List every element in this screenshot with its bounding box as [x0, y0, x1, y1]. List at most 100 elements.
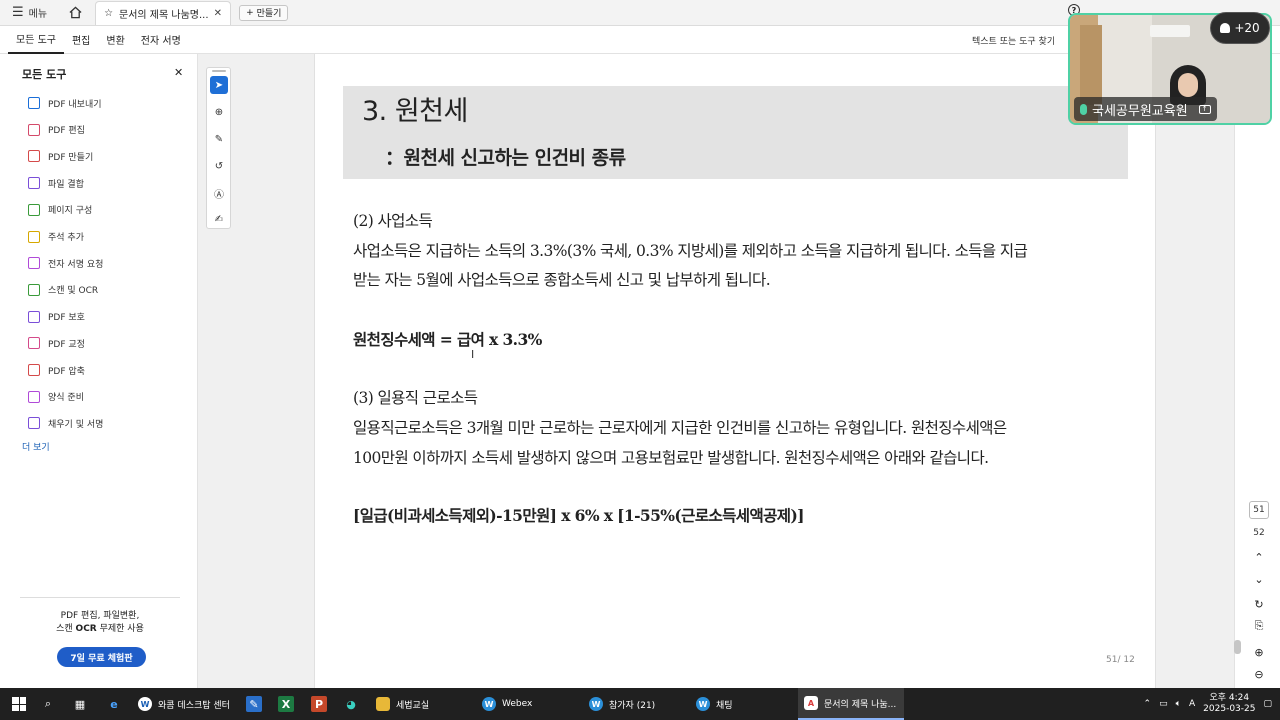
- sidebar-item[interactable]: PDF 만들기: [28, 148, 93, 164]
- folder-icon: [376, 697, 390, 711]
- share-screen-icon[interactable]: ↑: [1198, 104, 1211, 114]
- video-air-conditioner: [1150, 25, 1190, 37]
- scrollbar-thumb[interactable]: [1234, 640, 1241, 654]
- windows-taskbar: ⌕ ▦ e W 와콤 데스크탑 센터 ✎ X P ◕ 세법교실 W Webex …: [0, 688, 1280, 720]
- browser-icon[interactable]: ◕: [343, 696, 359, 712]
- tab-all-tools[interactable]: 모든 도구: [8, 26, 64, 54]
- chevron-down-icon[interactable]: ⌄: [1251, 571, 1267, 587]
- participants-count: +20: [1234, 21, 1260, 35]
- highlight-tool-icon[interactable]: ✎: [210, 130, 228, 148]
- sidebar-item-label: 스캔 및 OCR: [48, 286, 99, 297]
- microphone-icon: [1080, 103, 1087, 115]
- taskbar-app-folder[interactable]: 세법교실: [370, 688, 435, 720]
- sidebar-item[interactable]: PDF 압축: [28, 362, 85, 378]
- tab-e-sign[interactable]: 전자 서명: [133, 26, 189, 54]
- page-footer-number: 51/ 12: [1106, 655, 1135, 665]
- sidebar-item-label: 주석 추가: [48, 233, 84, 243]
- close-sidebar-icon[interactable]: ✕: [174, 66, 183, 79]
- new-tab-label: 만들기: [256, 9, 282, 19]
- sidebar-item[interactable]: PDF 보호: [28, 309, 85, 325]
- taskbar-app-webex[interactable]: W Webex: [476, 688, 538, 720]
- document-tab-title: 문서의 제목 나눔명...: [119, 9, 208, 21]
- sign-tool-icon[interactable]: ✍: [210, 210, 228, 228]
- drag-handle[interactable]: [212, 70, 226, 72]
- zoom-out-icon[interactable]: ⊖: [1251, 666, 1267, 682]
- sidebar-item[interactable]: PDF 내보내기: [28, 95, 102, 111]
- internet-explorer-icon[interactable]: e: [106, 696, 122, 712]
- taskbar-app-chat[interactable]: W 채팅: [690, 688, 739, 720]
- participants-button[interactable]: +20: [1210, 12, 1270, 44]
- text-cursor-icon: I: [471, 348, 475, 361]
- sidebar-item[interactable]: 스캔 및 OCR: [28, 282, 98, 298]
- next-page-number[interactable]: 52: [1249, 524, 1269, 542]
- chevron-up-icon[interactable]: ⌃: [1251, 549, 1267, 565]
- sidebar-item[interactable]: 페이지 구성: [28, 202, 92, 218]
- current-page-number[interactable]: 51: [1249, 501, 1269, 519]
- sidebar-item[interactable]: 파일 결합: [28, 175, 84, 191]
- taskbar-app-participants[interactable]: W 참가자 (21): [583, 688, 661, 720]
- notification-icon[interactable]: ▢: [1263, 699, 1272, 709]
- tab-convert[interactable]: 변환: [98, 26, 132, 54]
- tool-icon: [28, 230, 40, 243]
- participant-name: 국세공무원교육원: [1092, 103, 1188, 119]
- taskbar-app-label: 참가자 (21): [609, 700, 656, 711]
- clock[interactable]: 오후 4:24 2025-03-25: [1203, 693, 1255, 715]
- taskbar-app-wacom[interactable]: W 와콤 데스크탑 센터: [132, 688, 236, 720]
- plus-icon: +: [246, 7, 254, 18]
- powerpoint-icon[interactable]: P: [311, 696, 327, 712]
- draw-tool-icon[interactable]: ↺: [210, 157, 228, 175]
- close-tab-icon[interactable]: ✕: [214, 8, 222, 19]
- search-icon[interactable]: ⌕: [40, 696, 56, 712]
- app-pen-icon[interactable]: ✎: [246, 696, 262, 712]
- volume-icon[interactable]: 🔈︎: [1176, 699, 1181, 709]
- sidebar-item[interactable]: PDF 편집: [28, 122, 85, 138]
- windows-start-icon[interactable]: [12, 697, 26, 711]
- sidebar-item[interactable]: 채우기 및 서명: [28, 415, 103, 431]
- document-tab[interactable]: ☆ 문서의 제목 나눔명... ✕: [95, 0, 232, 25]
- ime-indicator[interactable]: A: [1189, 699, 1195, 709]
- taskbar-app-pdf[interactable]: A 문서의 제목 나눔...: [798, 688, 904, 720]
- comment-tool-icon[interactable]: ⊕: [210, 103, 228, 121]
- webex-icon: W: [482, 697, 496, 711]
- hamburger-icon: ☰: [12, 5, 24, 20]
- task-view-icon[interactable]: ▦: [72, 696, 88, 712]
- section-heading: 3. 원천세: [362, 96, 468, 127]
- tool-icon: [28, 337, 40, 350]
- refresh-icon[interactable]: ↻: [1251, 596, 1267, 612]
- tool-icon: [28, 150, 40, 163]
- taskbar-app-label: Webex: [502, 699, 533, 709]
- sidebar-item[interactable]: PDF 교정: [28, 335, 85, 351]
- para-line: 100만원 이하까지 소득세 발생하지 않으며 고용보험료만 발생합니다. 원천…: [353, 449, 989, 467]
- sidebar-item[interactable]: 주석 추가: [28, 229, 84, 245]
- taskbar-app-label: 세법교실: [396, 700, 430, 711]
- tool-icon: [28, 417, 40, 430]
- sidebar-item-label: 양식 준비: [48, 393, 84, 404]
- formula-business-income: 원천징수세액 = 급여 x 3.3%: [353, 330, 542, 349]
- participant-label: 국세공무원교육원 ↑: [1074, 97, 1217, 121]
- para-line: 일용직근로소득은 3개월 미만 근로하는 근로자에게 지급한 인건비를 신고하는…: [353, 419, 1007, 437]
- video-face: [1178, 73, 1198, 97]
- zoom-in-icon[interactable]: ⊕: [1251, 644, 1267, 660]
- menu-button[interactable]: ☰ 메뉴: [0, 0, 59, 26]
- search-tools-field[interactable]: 텍스트 또는 도구 찾기: [972, 34, 1055, 47]
- tray-expand-icon[interactable]: ⌃: [1144, 699, 1152, 709]
- system-tray: ⌃ ▭ 🔈︎ A 오후 4:24 2025-03-25 ▢: [1144, 688, 1272, 720]
- text-box-tool-icon[interactable]: Ⓐ: [210, 184, 228, 202]
- webex-icon: W: [589, 697, 603, 711]
- excel-icon[interactable]: X: [278, 696, 294, 712]
- star-icon[interactable]: ☆: [104, 8, 113, 19]
- tab-edit[interactable]: 편집: [64, 26, 98, 54]
- sidebar-item[interactable]: 양식 준비: [28, 389, 84, 405]
- home-button[interactable]: [63, 1, 87, 25]
- new-tab-button[interactable]: + 만들기: [239, 4, 289, 21]
- select-tool-icon[interactable]: ➤: [210, 76, 228, 94]
- network-icon[interactable]: ▭: [1159, 699, 1168, 709]
- sidebar-item[interactable]: 전자 서명 요청: [28, 255, 103, 271]
- save-page-icon[interactable]: ⎘: [1251, 618, 1267, 634]
- free-trial-button[interactable]: 7일 무료 체험판: [57, 647, 146, 667]
- webex-icon: W: [696, 697, 710, 711]
- tool-icon: [28, 97, 40, 109]
- more-tools-link[interactable]: 더 보기: [22, 440, 50, 453]
- formula-daily-wage: [일급(비과세소득제외)-15만원] x 6% x [1-55%(근로소득세액공…: [353, 506, 805, 525]
- wacom-icon: W: [138, 697, 152, 711]
